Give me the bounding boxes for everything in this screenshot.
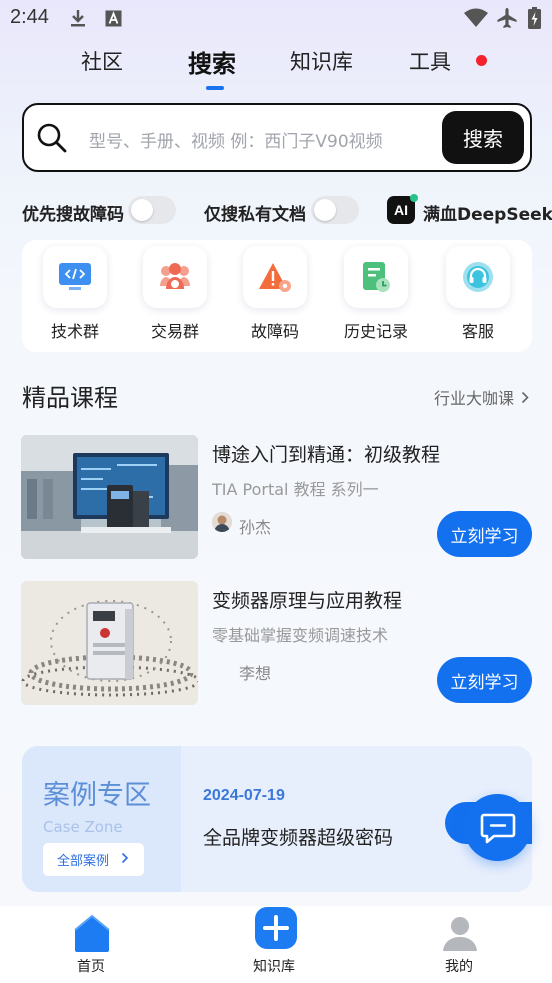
quick-entry-label: 客服 [461, 322, 494, 341]
quick-entry-label: 故障码 [250, 322, 299, 341]
course-subtitle: TIA Portal 教程 系列一 [212, 480, 379, 499]
study-now-button[interactable]: 立刻学习 [437, 657, 532, 703]
private-docs-only-label: 仅搜私有文档 [204, 205, 306, 225]
status-time: 2:44 [10, 6, 49, 28]
nav-me-label[interactable]: 我的 [445, 956, 473, 976]
fault-code-first-toggle[interactable] [128, 196, 176, 224]
tab-knowledge-base[interactable]: 知识库 [290, 46, 353, 76]
download-icon [68, 8, 88, 28]
course-thumbnail[interactable] [21, 435, 198, 559]
home-icon[interactable] [73, 913, 111, 953]
tab-tools[interactable]: 工具 [409, 46, 451, 76]
quick-entry-fault-code[interactable]: 故障码 [243, 246, 307, 342]
private-docs-only-toggle[interactable] [311, 196, 359, 224]
wifi-icon [463, 8, 489, 28]
nav-home-label[interactable]: 首页 [77, 956, 105, 976]
quick-entry-trade-group[interactable]: 交易群 [143, 246, 207, 342]
course-author: 李想 [239, 664, 272, 683]
chevron-right-icon [521, 389, 529, 408]
warning-triangle-icon [243, 246, 307, 308]
case-date: 2024-07-19 [203, 787, 285, 804]
history-doc-icon [344, 246, 408, 308]
case-zone-subtitle: Case Zone [43, 818, 123, 836]
course-author: 孙杰 [239, 518, 272, 537]
quick-entry-label: 技术群 [50, 322, 99, 341]
case-title[interactable]: 全品牌变频器超级密码 [203, 823, 393, 850]
case-zone-title: 案例专区 [43, 780, 151, 811]
chat-fab[interactable] [464, 794, 531, 861]
more-link-label: 行业大咖课 [434, 389, 515, 408]
ai-badge-icon[interactable]: AI [387, 194, 418, 224]
quick-entry-label: 历史记录 [344, 322, 409, 341]
quick-entry-tech-group[interactable]: 技术群 [43, 246, 107, 342]
airplane-icon [496, 8, 518, 28]
chat-bubble-icon [480, 813, 515, 843]
search-button[interactable]: 搜索 [442, 111, 524, 164]
tab-community[interactable]: 社区 [81, 46, 123, 76]
plus-square-icon[interactable] [254, 906, 298, 950]
headset-icon [446, 246, 510, 308]
font-a-icon [104, 8, 122, 28]
user-icon[interactable] [440, 913, 480, 953]
quick-entry-history[interactable]: 历史记录 [344, 246, 408, 342]
notification-dot [476, 55, 487, 66]
fault-code-first-label: 优先搜故障码 [22, 205, 124, 225]
industry-expert-courses-link[interactable]: 行业大咖课 [434, 385, 529, 409]
study-now-button[interactable]: 立刻学习 [437, 511, 532, 557]
course-thumbnail[interactable] [21, 581, 198, 705]
quick-entry-customer-service[interactable]: 客服 [446, 246, 510, 342]
quick-entry-label: 交易群 [150, 322, 199, 341]
battery-charging-icon [527, 7, 541, 29]
course-subtitle: 零基础掌握变频调速技术 [212, 626, 389, 645]
course-title[interactable]: 变频器原理与应用教程 [212, 586, 402, 613]
avatar [212, 512, 232, 532]
chevron-right-icon [121, 852, 129, 868]
code-monitor-icon [43, 246, 107, 308]
active-tab-indicator [206, 86, 224, 90]
all-cases-button[interactable]: 全部案例 [43, 843, 144, 876]
nav-knowledge-label[interactable]: 知识库 [253, 956, 295, 976]
group-trade-icon [143, 246, 207, 308]
all-cases-label: 全部案例 [57, 854, 110, 869]
search-input[interactable]: 型号、手册、视频 例：西门子V90视频 [89, 127, 383, 152]
tab-search[interactable]: 搜索 [188, 44, 236, 79]
search-icon [36, 122, 68, 154]
course-title[interactable]: 博途入门到精通：初级教程 [212, 440, 440, 467]
section-title: 精品课程 [22, 384, 118, 412]
deepseek-label[interactable]: 满血DeepSeek [423, 200, 552, 225]
